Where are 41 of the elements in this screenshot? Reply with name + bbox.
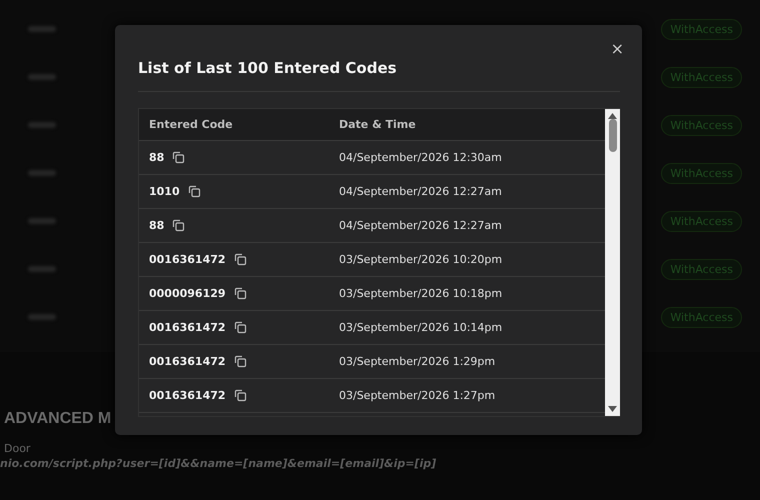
blurred-text bbox=[28, 314, 56, 320]
code-cell: 1010 bbox=[149, 185, 180, 198]
scrollbar[interactable] bbox=[605, 109, 620, 416]
blurred-text bbox=[28, 266, 56, 272]
copy-icon[interactable] bbox=[234, 321, 247, 334]
copy-icon[interactable] bbox=[188, 185, 201, 198]
blurred-text bbox=[28, 218, 56, 224]
section-title: ADVANCED M bbox=[4, 410, 112, 428]
close-button[interactable]: × bbox=[608, 39, 626, 59]
datetime-cell-text: 03/September/2026 10:20pm bbox=[339, 253, 504, 266]
code-cell: 0016361472 bbox=[149, 355, 226, 368]
datetime-cell-text: 03/September/2026 1:27pm bbox=[339, 389, 496, 402]
datetime-cell-text: 03/September/2026 10:14pm bbox=[339, 321, 504, 334]
column-header: Entered Code bbox=[149, 118, 234, 131]
copy-icon[interactable] bbox=[234, 253, 247, 266]
code-cell: 88 bbox=[149, 219, 164, 232]
url-text: nio.com/script.php?user=[id]&&name=[name]&email=[email]&ip=[ip] bbox=[0, 457, 436, 470]
modal-title: List of Last 100 Entered Codes bbox=[138, 59, 620, 92]
blurred-text bbox=[28, 170, 56, 176]
code-cell: 0016361472 bbox=[149, 321, 226, 334]
code-cell: 0016361472 bbox=[149, 389, 226, 402]
copy-icon[interactable] bbox=[234, 355, 247, 368]
scroll-thumb[interactable] bbox=[608, 118, 616, 152]
blurred-text bbox=[28, 122, 56, 128]
scroll-down-icon[interactable] bbox=[608, 406, 617, 412]
blurred-text bbox=[28, 74, 56, 80]
blurred-text bbox=[28, 26, 56, 32]
datetime-cell-text: 04/September/2026 12:27am bbox=[339, 185, 503, 198]
datetime-cell-text: 04/September/2026 12:30am bbox=[339, 151, 503, 164]
code-cell: 0000096129 bbox=[149, 287, 226, 300]
datetime-cell-text: 04/September/2026 12:27am bbox=[339, 219, 503, 232]
datetime-cell-text: 03/September/2026 1:29pm bbox=[339, 355, 496, 368]
field-label: Door bbox=[4, 442, 30, 455]
code-cell: 88 bbox=[149, 151, 164, 164]
copy-icon[interactable] bbox=[234, 389, 247, 402]
copy-icon[interactable] bbox=[172, 151, 186, 164]
copy-icon[interactable] bbox=[172, 219, 186, 232]
copy-icon[interactable] bbox=[234, 287, 247, 300]
code-cell: 0016361472 bbox=[149, 253, 226, 266]
datetime-cell-text: 03/September/2026 10:18pm bbox=[339, 287, 504, 300]
column-header: Date & Time bbox=[339, 118, 417, 131]
